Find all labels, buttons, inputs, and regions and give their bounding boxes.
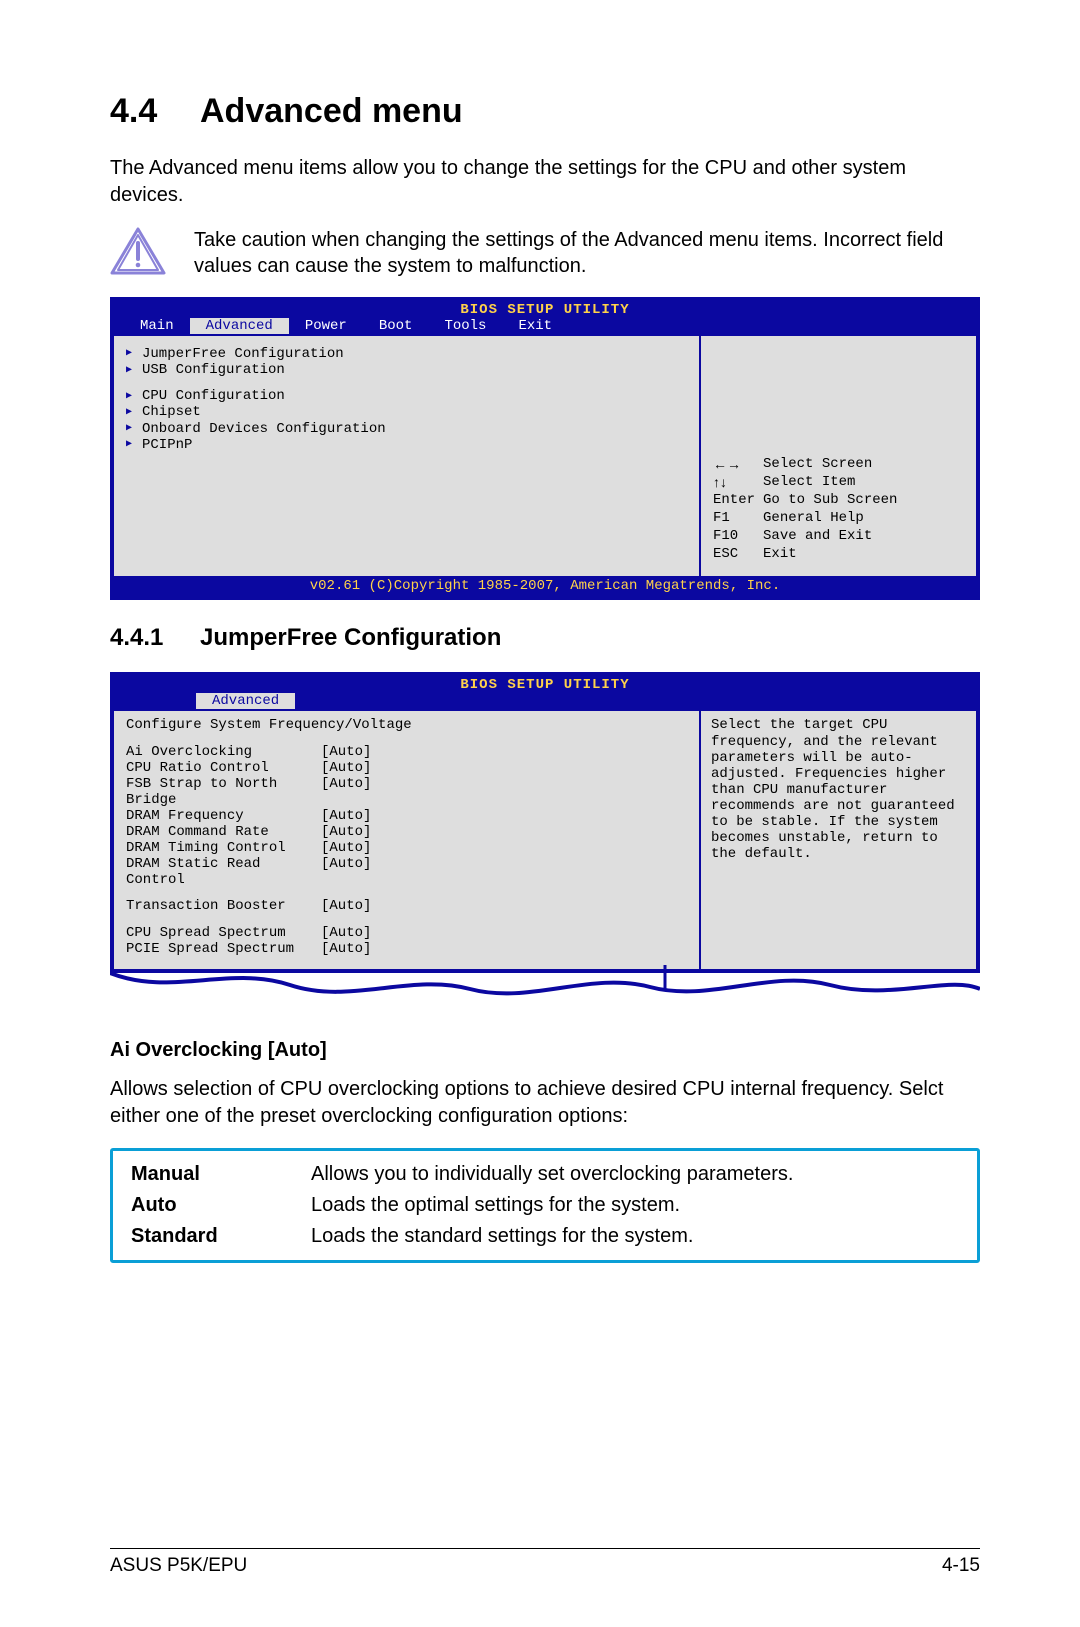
setting-value: [Auto] bbox=[321, 744, 371, 760]
option-desc: Allows you to individually set overclock… bbox=[311, 1163, 793, 1186]
item-description: Allows selection of CPU overclocking opt… bbox=[110, 1076, 980, 1130]
bios-settings-list: Configure System Frequency/Voltage Ai Ov… bbox=[114, 711, 701, 968]
setting-value: [Auto] bbox=[321, 898, 371, 914]
section-heading: 4.4Advanced menu bbox=[110, 92, 980, 131]
bios-key-legend: ←→Select Screen ↑↓Select Item EnterGo to… bbox=[711, 454, 966, 565]
setting-row[interactable]: CPU Spread Spectrum[Auto] bbox=[126, 925, 687, 941]
setting-row[interactable]: Ai Overclocking[Auto] bbox=[126, 744, 687, 760]
setting-name: FSB Strap to North Bridge bbox=[126, 776, 321, 808]
caution-block: Take caution when changing the settings … bbox=[110, 227, 980, 279]
caution-icon bbox=[110, 227, 166, 277]
subsection-title-text: JumperFree Configuration bbox=[200, 624, 501, 651]
settings-header: Configure System Frequency/Voltage bbox=[126, 717, 687, 733]
footer-rule bbox=[110, 1548, 980, 1549]
setting-name: Ai Overclocking bbox=[126, 744, 321, 760]
setting-value: [Auto] bbox=[321, 925, 371, 941]
setting-row[interactable]: PCIE Spread Spectrum[Auto] bbox=[126, 941, 687, 957]
menu-item[interactable]: ▶Chipset bbox=[126, 404, 687, 420]
subsection-number: 4.4.1 bbox=[110, 624, 200, 652]
bios-tab-boot[interactable]: Boot bbox=[363, 318, 429, 334]
setting-name: DRAM Command Rate bbox=[126, 824, 321, 840]
setting-name: Transaction Booster bbox=[126, 898, 321, 914]
menu-item[interactable]: ▶CPU Configuration bbox=[126, 388, 687, 404]
setting-value: [Auto] bbox=[321, 941, 371, 957]
bios-tab-advanced[interactable]: Advanced bbox=[196, 693, 295, 709]
menu-item[interactable]: ▶Onboard Devices Configuration bbox=[126, 421, 687, 437]
bios-tab-tools[interactable]: Tools bbox=[428, 318, 502, 334]
option-name: Manual bbox=[131, 1163, 311, 1186]
submenu-arrow-icon: ▶ bbox=[126, 407, 134, 419]
setting-value: [Auto] bbox=[321, 808, 371, 824]
bios-tab-exit[interactable]: Exit bbox=[502, 318, 568, 334]
footer-product: ASUS P5K/EPU bbox=[110, 1555, 247, 1577]
option-row: Auto Loads the optimal settings for the … bbox=[113, 1190, 977, 1221]
setting-row[interactable]: DRAM Timing Control[Auto] bbox=[126, 840, 687, 856]
setting-row[interactable]: FSB Strap to North Bridge[Auto] bbox=[126, 776, 687, 808]
setting-value: [Auto] bbox=[321, 840, 371, 856]
setting-row[interactable]: DRAM Frequency[Auto] bbox=[126, 808, 687, 824]
bios-copyright: v02.61 (C)Copyright 1985-2007, American … bbox=[114, 576, 976, 596]
setting-row[interactable]: DRAM Static Read Control[Auto] bbox=[126, 856, 687, 888]
intro-paragraph: The Advanced menu items allow you to cha… bbox=[110, 155, 980, 209]
submenu-arrow-icon: ▶ bbox=[126, 439, 134, 451]
menu-item[interactable]: ▶USB Configuration bbox=[126, 362, 687, 378]
option-desc: Loads the optimal settings for the syste… bbox=[311, 1194, 680, 1217]
bios-menu-list: ▶JumperFree Configuration ▶USB Configura… bbox=[114, 336, 701, 576]
bios-screen-jumperfree: BIOS SETUP UTILITY Advanced Configure Sy… bbox=[110, 672, 980, 972]
submenu-arrow-icon: ▶ bbox=[126, 348, 134, 360]
submenu-arrow-icon: ▶ bbox=[126, 423, 134, 435]
setting-name: DRAM Timing Control bbox=[126, 840, 321, 856]
option-row: Standard Loads the standard settings for… bbox=[113, 1221, 977, 1252]
torn-edge-graphic bbox=[110, 973, 980, 1013]
setting-row[interactable]: Transaction Booster[Auto] bbox=[126, 898, 687, 914]
bios-tab-main[interactable]: Main bbox=[124, 318, 190, 334]
setting-name: DRAM Frequency bbox=[126, 808, 321, 824]
bios-title: BIOS SETUP UTILITY bbox=[114, 676, 976, 693]
option-row: Manual Allows you to individually set ov… bbox=[113, 1159, 977, 1190]
setting-name: DRAM Static Read Control bbox=[126, 856, 321, 888]
caution-text: Take caution when changing the settings … bbox=[194, 227, 980, 279]
bios-help-text: Select the target CPU frequency, and the… bbox=[711, 717, 966, 862]
option-name: Auto bbox=[131, 1194, 311, 1217]
setting-value: [Auto] bbox=[321, 856, 371, 888]
setting-name: CPU Spread Spectrum bbox=[126, 925, 321, 941]
options-table: Manual Allows you to individually set ov… bbox=[110, 1148, 980, 1263]
submenu-arrow-icon: ▶ bbox=[126, 365, 134, 377]
footer-page-number: 4-15 bbox=[942, 1555, 980, 1577]
setting-value: [Auto] bbox=[321, 776, 371, 808]
option-name: Standard bbox=[131, 1225, 311, 1248]
bios-title: BIOS SETUP UTILITY bbox=[114, 301, 976, 318]
bios-tab-power[interactable]: Power bbox=[289, 318, 363, 334]
menu-item[interactable]: ▶PCIPnP bbox=[126, 437, 687, 453]
submenu-arrow-icon: ▶ bbox=[126, 391, 134, 403]
section-title-text: Advanced menu bbox=[200, 92, 463, 130]
setting-value: [Auto] bbox=[321, 824, 371, 840]
setting-value: [Auto] bbox=[321, 760, 371, 776]
setting-name: PCIE Spread Spectrum bbox=[126, 941, 321, 957]
bios-tab-advanced[interactable]: Advanced bbox=[190, 318, 289, 334]
item-title: Ai Overclocking [Auto] bbox=[110, 1039, 980, 1062]
subsection-heading: 4.4.1JumperFree Configuration bbox=[110, 624, 980, 652]
setting-row[interactable]: CPU Ratio Control[Auto] bbox=[126, 760, 687, 776]
setting-name: CPU Ratio Control bbox=[126, 760, 321, 776]
setting-row[interactable]: DRAM Command Rate[Auto] bbox=[126, 824, 687, 840]
section-number: 4.4 bbox=[110, 92, 200, 131]
option-desc: Loads the standard settings for the syst… bbox=[311, 1225, 693, 1248]
menu-item[interactable]: ▶JumperFree Configuration bbox=[126, 346, 687, 362]
bios-screen-advanced: BIOS SETUP UTILITY Main Advanced Power B… bbox=[110, 297, 980, 600]
bios-tab-bar: Main Advanced Power Boot Tools Exit bbox=[114, 318, 976, 336]
